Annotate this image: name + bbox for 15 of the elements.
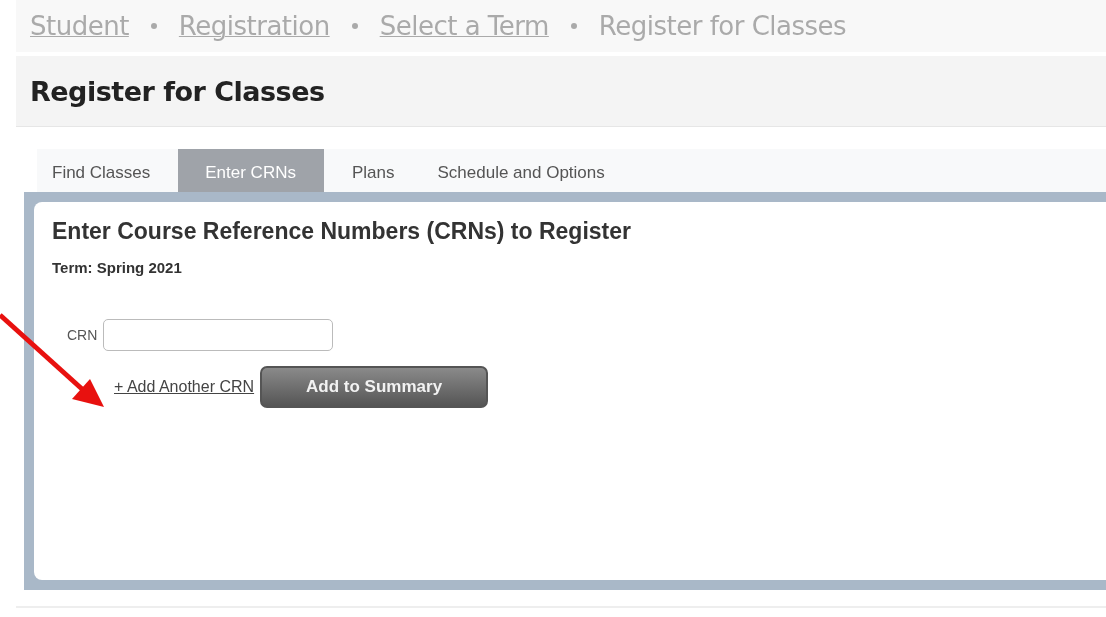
separator-dot	[150, 23, 157, 29]
tab[interactable]: Schedule and Options	[422, 149, 633, 192]
separator-dot	[351, 23, 358, 29]
crn-input-field[interactable]	[103, 319, 334, 351]
term-label: Term: Spring 2021	[52, 259, 183, 276]
page-title: Register for Classes	[30, 75, 325, 107]
breadcrumb-current: Register for Classes	[598, 11, 847, 41]
tab[interactable]: Plans	[323, 149, 423, 192]
tab[interactable]: Enter CRNs	[178, 149, 324, 192]
tab[interactable]: Find Classes	[37, 149, 179, 192]
crn-label: CRN	[67, 327, 98, 343]
panel-heading: Enter Course Reference Numbers (CRNs) to Register	[52, 218, 632, 245]
add-to-summary-button[interactable]: Add to Summary	[260, 366, 489, 408]
add-crn-link[interactable]: + Add Another CRN	[114, 378, 255, 396]
separator-dot	[570, 23, 577, 29]
